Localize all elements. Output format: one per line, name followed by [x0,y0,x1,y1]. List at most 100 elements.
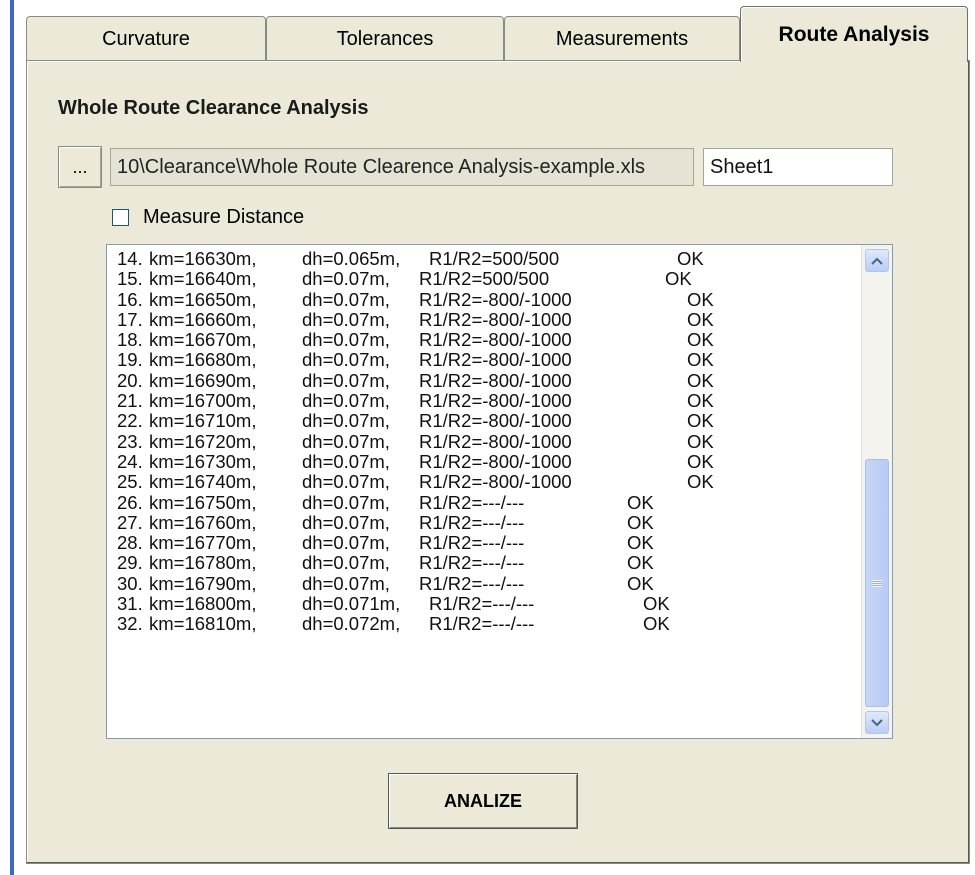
row-dh: dh=0.07m, [302,511,390,533]
row-status: OK [677,248,704,269]
row-index: 15. [117,268,143,290]
row-index: 26. [117,491,143,513]
row-radius: R1/R2=---/--- [419,511,525,533]
row-radius: R1/R2=---/--- [429,613,535,635]
row-dh: dh=0.07m, [302,532,390,554]
row-dh: dh=0.07m, [302,329,390,351]
row-status: OK [687,308,714,330]
row-km: km=16790m, [149,572,257,594]
row-status: OK [627,572,654,594]
row-km: km=16800m, [149,593,257,615]
section-title: Whole Route Clearance Analysis [58,97,369,119]
row-km: km=16780m, [149,552,257,574]
row-index: 19. [117,349,143,371]
row-index: 20. [117,369,143,391]
row-km: km=16770m, [149,532,257,554]
row-km: km=16740m, [149,471,257,493]
row-radius: R1/R2=-800/-1000 [419,308,572,330]
browse-button[interactable]: ... [58,146,102,188]
row-index: 31. [117,593,143,615]
scroll-up-button[interactable] [865,249,889,272]
tab-route-analysis[interactable]: Route Analysis [740,6,968,62]
row-dh: dh=0.07m, [302,491,390,513]
row-radius: R1/R2=500/500 [429,248,560,269]
vertical-scrollbar[interactable] [861,245,892,738]
row-status: OK [687,450,714,472]
scroll-down-button[interactable] [865,711,889,734]
row-index: 17. [117,308,143,330]
row-status: OK [627,552,654,574]
row-km: km=16670m, [149,329,257,351]
row-dh: dh=0.07m, [302,430,390,452]
row-status: OK [687,430,714,452]
scroll-thumb[interactable] [865,459,889,707]
row-dh: dh=0.07m, [302,390,390,412]
row-dh: dh=0.072m, [302,613,401,635]
row-km: km=16710m, [149,410,257,432]
row-index: 21. [117,390,143,412]
row-radius: R1/R2=-800/-1000 [419,410,572,432]
row-status: OK [687,288,714,310]
row-radius: R1/R2=-800/-1000 [419,430,572,452]
tab-tolerances[interactable]: Tolerances [266,16,504,62]
row-km: km=16760m, [149,511,257,533]
row-dh: dh=0.07m, [302,450,390,472]
sheet-name-input[interactable]: Sheet1 [703,148,893,186]
row-dh: dh=0.07m, [302,308,390,330]
row-index: 30. [117,572,143,594]
row-index: 16. [117,288,143,310]
row-km: km=16750m, [149,491,257,513]
row-dh: dh=0.07m, [302,288,390,310]
row-km: km=16690m, [149,369,257,391]
row-km: km=16640m, [149,268,257,290]
row-status: OK [643,593,670,615]
row-km: km=16660m, [149,308,257,330]
row-index: 24. [117,450,143,472]
row-radius: R1/R2=---/--- [419,491,525,513]
measure-distance-checkbox[interactable] [112,209,129,226]
row-index: 18. [117,329,143,351]
row-status: OK [643,613,670,635]
row-status: OK [687,369,714,391]
measure-distance-label: Measure Distance [143,206,305,228]
row-radius: R1/R2=-800/-1000 [419,288,572,310]
row-status: OK [665,268,692,290]
row-km: km=16730m, [149,450,257,472]
row-radius: R1/R2=-800/-1000 [419,450,572,472]
row-km: km=16680m, [149,349,257,371]
row-radius: R1/R2=-800/-1000 [419,390,572,412]
row-index: 28. [117,532,143,554]
analize-button[interactable]: ANALIZE [388,773,578,829]
row-index: 32. [117,613,143,635]
row-dh: dh=0.07m, [302,268,390,290]
file-path-field[interactable]: 10\Clearance\Whole Route Clearence Analy… [110,148,694,186]
tab-measurements[interactable]: Measurements [504,16,740,62]
row-dh: dh=0.07m, [302,410,390,432]
row-status: OK [687,471,714,493]
results-list[interactable]: 14. km=16630m, dh=0.065m, R1/R2=500/500 OK 15… [106,244,893,739]
row-radius: R1/R2=-800/-1000 [419,471,572,493]
chevron-up-icon [871,257,883,265]
row-radius: R1/R2=---/--- [419,552,525,574]
row-status: OK [687,390,714,412]
window-edge [10,0,14,875]
row-radius: R1/R2=500/500 [419,268,550,290]
row-status: OK [627,491,654,513]
row-radius: R1/R2=---/--- [419,572,525,594]
row-index: 27. [117,511,143,533]
row-dh: dh=0.07m, [302,349,390,371]
tab-curvature[interactable]: Curvature [26,16,266,62]
row-dh: dh=0.07m, [302,572,390,594]
row-dh: dh=0.07m, [302,369,390,391]
row-status: OK [687,349,714,371]
row-status: OK [627,532,654,554]
row-index: 22. [117,410,143,432]
row-radius: R1/R2=-800/-1000 [419,369,572,391]
row-radius: R1/R2=---/--- [419,532,525,554]
row-dh: dh=0.071m, [302,593,401,615]
grip-icon [872,579,882,587]
row-dh: dh=0.07m, [302,552,390,574]
measure-distance-option[interactable]: Measure Distance [112,206,304,229]
row-status: OK [687,410,714,432]
row-index: 29. [117,552,143,574]
